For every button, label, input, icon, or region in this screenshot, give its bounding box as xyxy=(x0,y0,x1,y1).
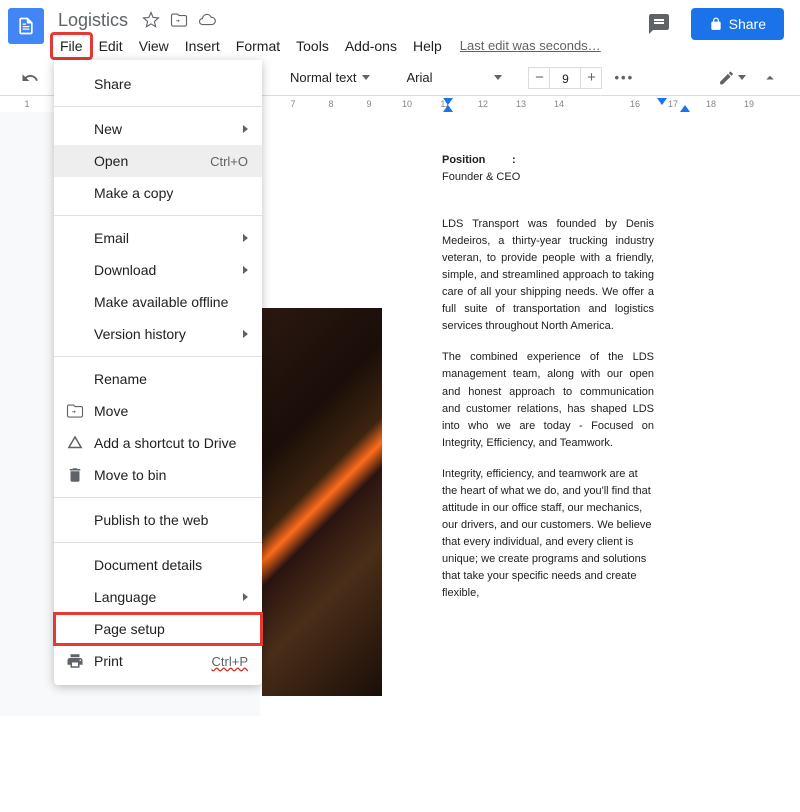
star-icon[interactable] xyxy=(142,11,160,29)
menu-item-move[interactable]: Move xyxy=(54,395,262,427)
editing-mode-button[interactable] xyxy=(718,64,746,92)
menu-insert[interactable]: Insert xyxy=(177,34,228,58)
drive-shortcut-icon xyxy=(66,434,84,452)
paragraph: LDS Transport was founded by Denis Medei… xyxy=(442,216,654,335)
menu-item-publish[interactable]: Publish to the web xyxy=(54,504,262,536)
indent-right-marker[interactable] xyxy=(680,105,690,112)
comments-icon[interactable] xyxy=(643,8,675,40)
menu-edit[interactable]: Edit xyxy=(91,34,131,58)
docs-logo-icon[interactable] xyxy=(8,8,44,44)
share-label: Share xyxy=(729,16,766,32)
caret-down-icon xyxy=(494,75,502,80)
document-image[interactable] xyxy=(262,308,382,696)
caret-down-icon xyxy=(362,75,370,80)
print-icon xyxy=(66,652,84,670)
menu-file[interactable]: File xyxy=(52,34,91,58)
menu-item-make-copy[interactable]: Make a copy xyxy=(54,177,262,209)
menu-item-download[interactable]: Download xyxy=(54,254,262,286)
font-size-increase[interactable]: + xyxy=(580,67,602,89)
font-size-group: − 9 + xyxy=(528,67,602,89)
menu-format[interactable]: Format xyxy=(228,34,288,58)
position-value: Founder & CEO xyxy=(442,169,654,186)
app-header: Logistics File Edit View Insert Format T… xyxy=(0,0,800,60)
menu-item-language[interactable]: Language xyxy=(54,581,262,613)
caret-down-icon xyxy=(738,75,746,80)
toolbar-more[interactable]: ••• xyxy=(606,70,642,85)
menu-tools[interactable]: Tools xyxy=(288,34,337,58)
menu-separator xyxy=(54,497,262,498)
menu-item-new[interactable]: New xyxy=(54,113,262,145)
move-folder-icon[interactable] xyxy=(170,11,188,29)
menu-item-rename[interactable]: Rename xyxy=(54,363,262,395)
lock-icon xyxy=(709,17,723,31)
menu-item-doc-details[interactable]: Document details xyxy=(54,549,262,581)
trash-icon xyxy=(66,466,84,484)
indent-first-line-marker[interactable] xyxy=(443,98,453,105)
menu-item-print[interactable]: PrintCtrl+P xyxy=(54,645,262,677)
file-menu-dropdown: Share New OpenCtrl+O Make a copy Email D… xyxy=(54,60,262,685)
menu-item-email[interactable]: Email xyxy=(54,222,262,254)
menu-item-add-shortcut[interactable]: Add a shortcut to Drive xyxy=(54,427,262,459)
undo-button[interactable] xyxy=(16,64,44,92)
document-text[interactable]: Position: Founder & CEO LDS Transport wa… xyxy=(442,152,654,602)
menu-item-move-bin[interactable]: Move to bin xyxy=(54,459,262,491)
menu-help[interactable]: Help xyxy=(405,34,450,58)
title-area: Logistics File Edit View Insert Format T… xyxy=(52,8,643,58)
font-size-decrease[interactable]: − xyxy=(528,67,550,89)
share-button[interactable]: Share xyxy=(691,8,784,40)
chevron-right-icon xyxy=(243,330,248,338)
indent-marker[interactable] xyxy=(657,98,667,105)
menu-separator xyxy=(54,542,262,543)
menu-separator xyxy=(54,356,262,357)
chevron-right-icon xyxy=(243,234,248,242)
document-title[interactable]: Logistics xyxy=(52,8,134,33)
menu-view[interactable]: View xyxy=(131,34,177,58)
cloud-status-icon[interactable] xyxy=(198,11,216,29)
last-edit-link[interactable]: Last edit was seconds… xyxy=(460,34,601,58)
chevron-right-icon xyxy=(243,593,248,601)
paragraph: The combined experience of the LDS manag… xyxy=(442,349,654,451)
menu-item-version-history[interactable]: Version history xyxy=(54,318,262,350)
chevron-right-icon xyxy=(243,125,248,133)
chevron-right-icon xyxy=(243,266,248,274)
menu-separator xyxy=(54,106,262,107)
folder-move-icon xyxy=(66,402,84,420)
menu-item-page-setup[interactable]: Page setup xyxy=(54,613,262,645)
menu-separator xyxy=(54,215,262,216)
paragraph: Integrity, efficiency, and teamwork are … xyxy=(442,466,654,602)
font-dropdown[interactable]: Arial xyxy=(400,70,508,85)
position-label: Position xyxy=(442,152,512,169)
collapse-toolbar-button[interactable] xyxy=(756,64,784,92)
indent-left-marker[interactable] xyxy=(443,105,453,112)
paragraph-style-dropdown[interactable]: Normal text xyxy=(284,70,376,85)
menu-item-open[interactable]: OpenCtrl+O xyxy=(54,145,262,177)
font-size-value[interactable]: 9 xyxy=(550,67,580,89)
menu-bar: File Edit View Insert Format Tools Add-o… xyxy=(52,34,643,58)
menu-addons[interactable]: Add-ons xyxy=(337,34,405,58)
menu-item-share[interactable]: Share xyxy=(54,68,262,100)
menu-item-offline[interactable]: Make available offline xyxy=(54,286,262,318)
